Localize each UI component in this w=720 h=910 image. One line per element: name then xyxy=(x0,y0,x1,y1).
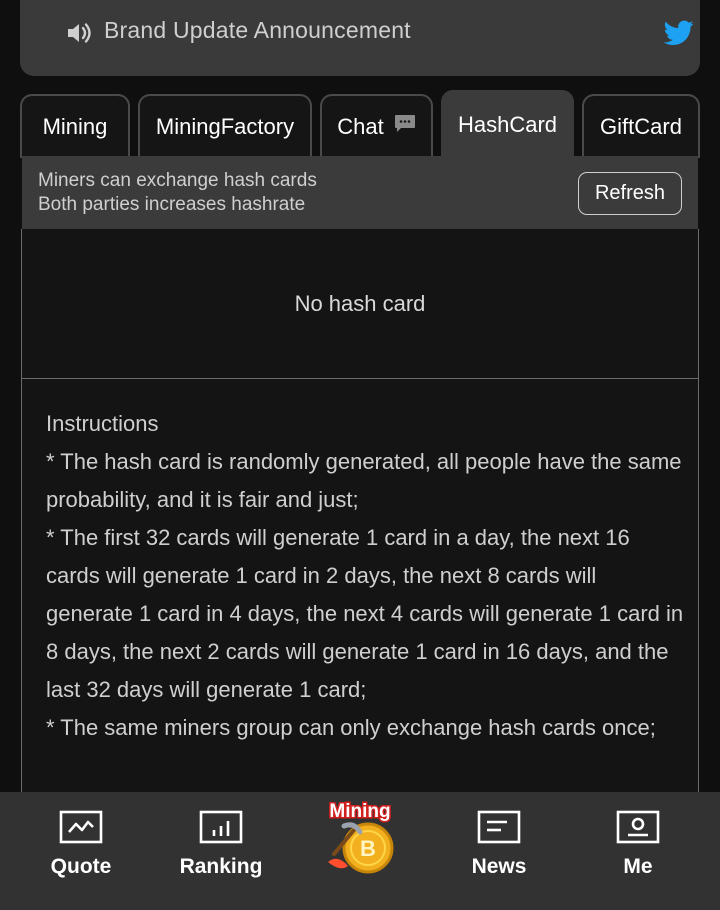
twitter-icon[interactable] xyxy=(664,20,694,46)
mining-logo-text: Mining xyxy=(329,801,390,822)
news-icon xyxy=(477,810,521,844)
nav-me[interactable]: Me xyxy=(578,792,698,910)
nav-label: Quote xyxy=(50,855,112,878)
nav-label: Me xyxy=(623,855,653,878)
tab-label: Mining xyxy=(42,114,108,139)
empty-state: No hash card xyxy=(22,229,698,379)
tab-label: GiftCard xyxy=(600,114,682,139)
hashcard-subheader: Miners can exchange hash cards Both part… xyxy=(22,156,698,230)
announcement-title: Brand Update Announcement xyxy=(104,17,411,43)
tab-label: MiningFactory xyxy=(155,114,295,139)
instructions-heading: Instructions xyxy=(46,411,159,436)
instruction-item: * The hash card is randomly generated, a… xyxy=(46,449,682,512)
instructions: Instructions * The hash card is randomly… xyxy=(46,405,686,747)
quote-icon xyxy=(59,810,103,844)
instruction-item: * The first 32 cards will generate 1 car… xyxy=(46,525,684,702)
nav-quote[interactable]: Quote xyxy=(21,792,141,910)
tab-label: HashCard xyxy=(457,112,558,137)
bottom-nav: Quote Ranking B Mining News Me xyxy=(0,792,720,910)
tab-giftcard[interactable]: GiftCard xyxy=(582,94,700,158)
nav-label: News xyxy=(471,855,527,878)
speaker-icon xyxy=(68,23,91,43)
subheader-line-2: Both parties increases hashrate xyxy=(38,194,306,215)
tab-chat[interactable]: Chat xyxy=(320,94,433,158)
tab-mining[interactable]: Mining xyxy=(20,94,130,158)
mining-logo: B Mining xyxy=(328,800,394,874)
chat-bubble-icon xyxy=(394,115,415,132)
hashcard-panel: No hash card Instructions * The hash car… xyxy=(21,229,699,829)
nav-news[interactable]: News xyxy=(439,792,559,910)
profile-icon xyxy=(616,810,660,844)
tab-mining-factory[interactable]: MiningFactory xyxy=(138,94,312,158)
ranking-icon xyxy=(199,810,243,844)
app-root: Brand Update Announcement Mining MiningF… xyxy=(0,0,720,910)
svg-text:B: B xyxy=(360,836,376,861)
subheader-line-1: Miners can exchange hash cards xyxy=(38,170,317,191)
tab-label: Chat xyxy=(337,114,384,139)
tab-hashcard[interactable]: HashCard xyxy=(441,90,574,158)
nav-ranking[interactable]: Ranking xyxy=(161,792,281,910)
nav-label: Ranking xyxy=(179,855,263,878)
announcement-banner[interactable]: Brand Update Announcement xyxy=(20,0,700,76)
refresh-button[interactable]: Refresh xyxy=(578,172,682,215)
instruction-item: * The same miners group can only exchang… xyxy=(46,715,656,740)
nav-mining-home[interactable]: B Mining xyxy=(320,796,404,880)
